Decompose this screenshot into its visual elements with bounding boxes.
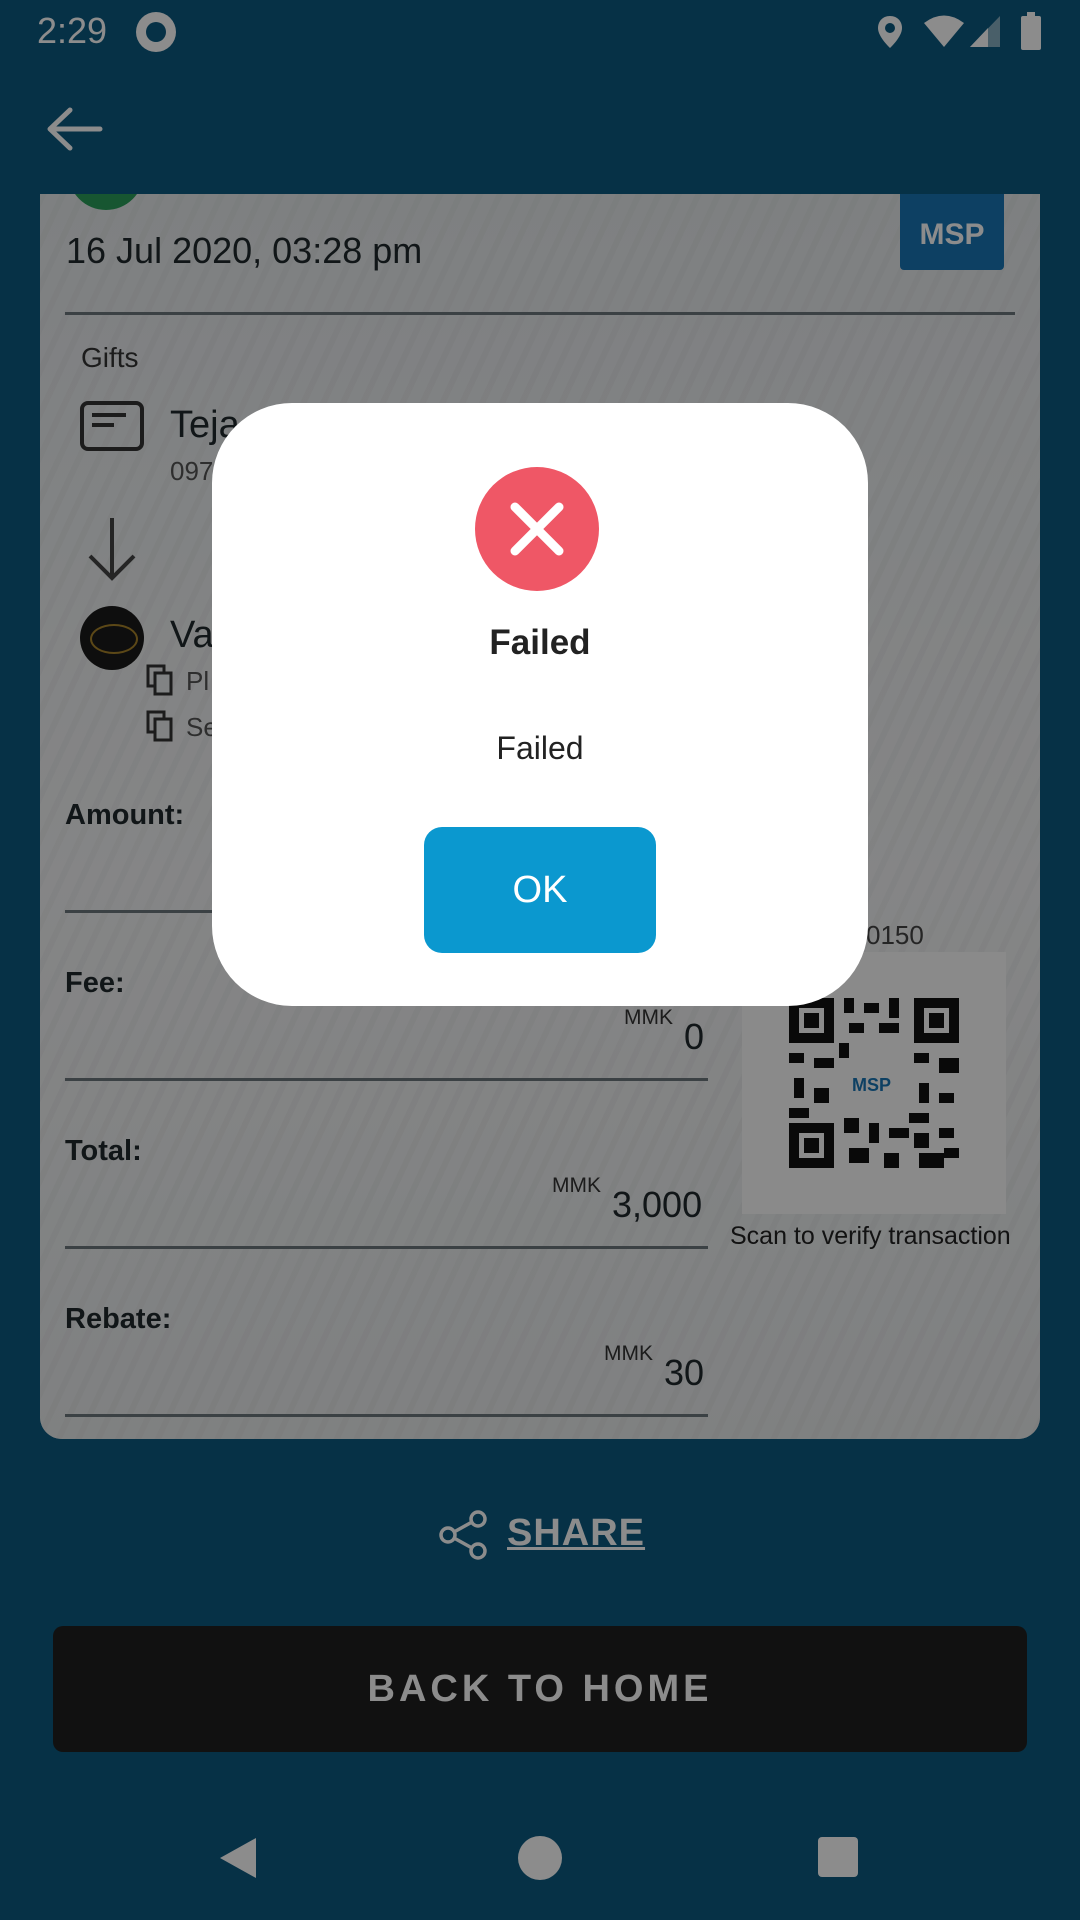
error-icon (475, 467, 599, 591)
dialog-title: Failed (489, 623, 591, 662)
dialog-message: Failed (496, 730, 584, 766)
failed-dialog: Failed Failed OK (212, 403, 868, 1006)
ok-button[interactable]: OK (424, 827, 656, 953)
